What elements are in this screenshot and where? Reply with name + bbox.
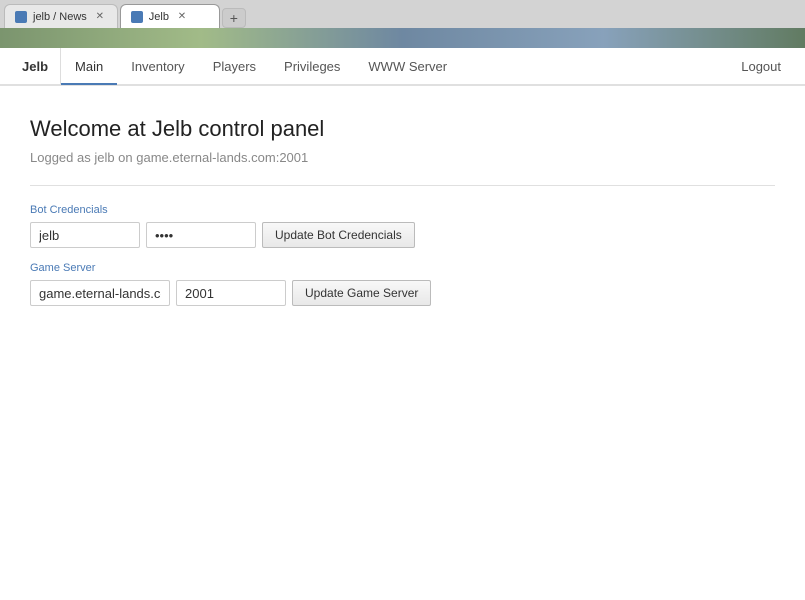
app-nav: Jelb Main Inventory Players Privileges W… (0, 48, 805, 86)
tab-jelb-close[interactable]: ✕ (175, 10, 189, 24)
nav-item-wwwserver[interactable]: WWW Server (354, 49, 461, 85)
bot-credentials-form: Update Bot Credencials (30, 222, 775, 248)
nav-item-privileges[interactable]: Privileges (270, 49, 354, 85)
tab-news-label: jelb / News (33, 11, 87, 23)
game-port-input[interactable] (176, 280, 286, 306)
tab-news[interactable]: jelb / News ✕ (4, 4, 118, 28)
nav-item-players[interactable]: Players (199, 49, 270, 85)
tab-news-favicon (15, 11, 27, 23)
logout-button[interactable]: Logout (727, 59, 795, 74)
bot-username-input[interactable] (30, 222, 140, 248)
bot-password-input[interactable] (146, 222, 256, 248)
bot-credentials-label: Bot Credencials (30, 204, 775, 216)
nav-brand: Jelb (10, 48, 61, 84)
top-image-bar (0, 28, 805, 48)
tab-jelb[interactable]: Jelb ✕ (120, 4, 220, 28)
tab-news-close[interactable]: ✕ (93, 10, 107, 24)
browser-chrome: jelb / News ✕ Jelb ✕ + (0, 0, 805, 28)
new-tab-button[interactable]: + (222, 8, 246, 28)
game-server-input[interactable] (30, 280, 170, 306)
logged-as-text: Logged as jelb on game.eternal-lands.com… (30, 150, 775, 165)
nav-item-main[interactable]: Main (61, 49, 117, 85)
game-server-form: Update Game Server (30, 280, 775, 306)
nav-items: Main Inventory Players Privileges WWW Se… (61, 48, 727, 84)
tab-jelb-favicon (131, 11, 143, 23)
update-game-server-button[interactable]: Update Game Server (292, 280, 431, 306)
tab-jelb-label: Jelb (149, 11, 169, 23)
nav-item-inventory[interactable]: Inventory (117, 49, 198, 85)
update-bot-credentials-button[interactable]: Update Bot Credencials (262, 222, 415, 248)
game-server-label: Game Server (30, 262, 775, 274)
divider (30, 185, 775, 186)
tab-bar: jelb / News ✕ Jelb ✕ + (4, 0, 246, 28)
page-title: Welcome at Jelb control panel (30, 116, 775, 142)
main-content: Welcome at Jelb control panel Logged as … (0, 86, 805, 340)
